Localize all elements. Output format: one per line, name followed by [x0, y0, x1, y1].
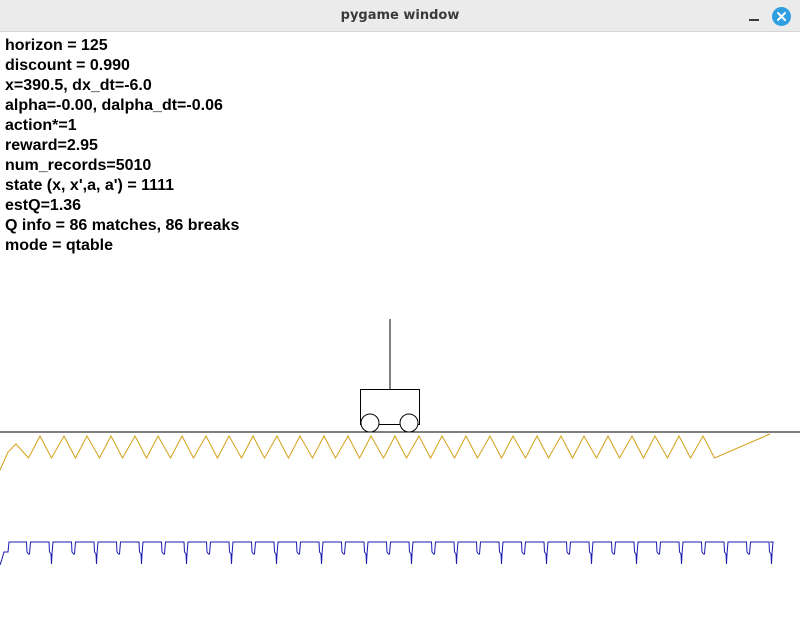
minimize-icon	[749, 19, 759, 21]
close-icon	[777, 12, 786, 21]
pygame-window: pygame window horizon = 125 discount = 0…	[0, 0, 800, 632]
action-trace	[0, 541, 774, 566]
cart-wheel-right	[399, 413, 419, 433]
minimize-button[interactable]	[744, 6, 764, 26]
simulation-scene	[0, 319, 800, 566]
close-button[interactable]	[772, 7, 791, 26]
window-title: pygame window	[340, 8, 460, 23]
reward-trace	[0, 433, 771, 471]
title-bar[interactable]: pygame window	[0, 0, 800, 32]
game-canvas[interactable]: horizon = 125 discount = 0.990 x=390.5, …	[0, 32, 800, 632]
cart-wheel-left	[360, 413, 380, 433]
